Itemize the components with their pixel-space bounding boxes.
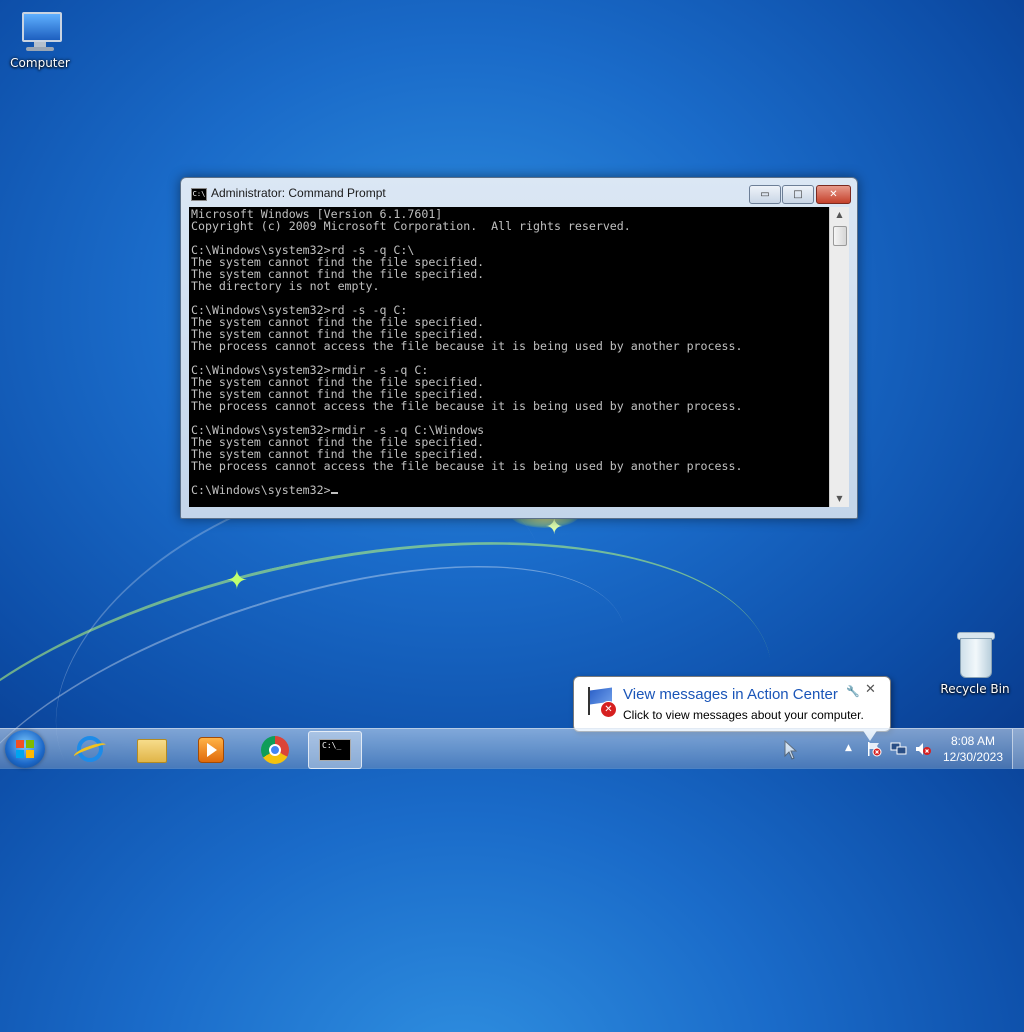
console-cursor [330, 492, 338, 494]
system-clock[interactable]: 8:08 AM 12/30/2023 [938, 733, 1008, 765]
internet-explorer-icon [77, 736, 103, 762]
taskbar-command-prompt[interactable]: C:\_ [308, 731, 362, 769]
console-line: The process cannot access the file becau… [191, 399, 743, 413]
taskbar-windows-explorer[interactable] [124, 731, 176, 767]
console-output[interactable]: Microsoft Windows [Version 6.1.7601] Cop… [189, 207, 829, 507]
console-text: Microsoft Windows [Version 6.1.7601] Cop… [189, 207, 829, 496]
command-prompt-icon: C:\ [191, 188, 207, 201]
clock-time: 8:08 AM [950, 734, 996, 748]
recycle-bin-icon [955, 630, 995, 678]
show-hidden-icons-arrow-icon[interactable]: ▲ [845, 743, 852, 783]
action-center-tray-icon[interactable] [866, 741, 882, 757]
desktop-icon-label: Computer [10, 56, 70, 70]
taskbar-media-player[interactable] [184, 731, 236, 767]
desktop-icon-label: Recycle Bin [940, 682, 1010, 696]
network-icon[interactable] [890, 741, 908, 757]
console-line: The process cannot access the file becau… [191, 339, 743, 353]
command-prompt-icon: C:\_ [319, 739, 351, 761]
action-center-flag-icon: ✕ [586, 687, 617, 718]
window-titlebar[interactable]: C:\ Administrator: Command Prompt ▭ □ ✕ [181, 178, 857, 206]
computer-icon [18, 8, 62, 52]
console-line: The directory is not empty. [191, 279, 380, 293]
console-line: C:\Windows\system32> [191, 483, 331, 497]
wrench-icon[interactable]: 🔧 [846, 685, 860, 698]
command-prompt-window[interactable]: C:\ Administrator: Command Prompt ▭ □ ✕ … [180, 177, 858, 519]
taskbar: C:\_ ▲ 8:08 AM 12/30/2023 [0, 728, 1024, 769]
media-player-icon [198, 737, 224, 763]
volume-muted-icon[interactable] [914, 741, 932, 757]
windows-logo-icon [16, 740, 34, 758]
show-desktop-button[interactable] [1012, 729, 1024, 769]
scroll-up-arrow-icon[interactable]: ▲ [830, 207, 849, 223]
sparkle-icon: ✦ [226, 566, 248, 596]
windows-explorer-icon [137, 739, 167, 763]
console-line: Copyright (c) 2009 Microsoft Corporation… [191, 219, 631, 233]
desktop-icon-computer[interactable]: Computer [0, 8, 80, 70]
scroll-down-arrow-icon[interactable]: ▼ [830, 491, 849, 507]
chrome-icon [261, 736, 289, 764]
notification-body[interactable]: Click to view messages about your comput… [623, 708, 864, 722]
notification-close-button[interactable]: ✕ [865, 682, 876, 697]
maximize-button[interactable]: □ [782, 185, 814, 204]
clock-date: 12/30/2023 [942, 750, 1004, 764]
start-button[interactable] [5, 730, 45, 768]
notification-title[interactable]: View messages in Action Center [623, 686, 838, 703]
scrollbar-thumb[interactable] [833, 226, 847, 246]
close-button[interactable]: ✕ [816, 185, 851, 204]
window-title: Administrator: Command Prompt [211, 186, 386, 200]
taskbar-chrome[interactable] [248, 731, 300, 767]
taskbar-internet-explorer[interactable] [64, 731, 116, 767]
minimize-button[interactable]: ▭ [749, 185, 781, 204]
vertical-scrollbar[interactable]: ▲ ▼ [829, 207, 849, 507]
console-line: The process cannot access the file becau… [191, 459, 743, 473]
desktop-icon-recycle-bin[interactable]: Recycle Bin [935, 630, 1015, 696]
action-center-notification[interactable]: ✕ View messages in Action Center Click t… [573, 676, 891, 741]
